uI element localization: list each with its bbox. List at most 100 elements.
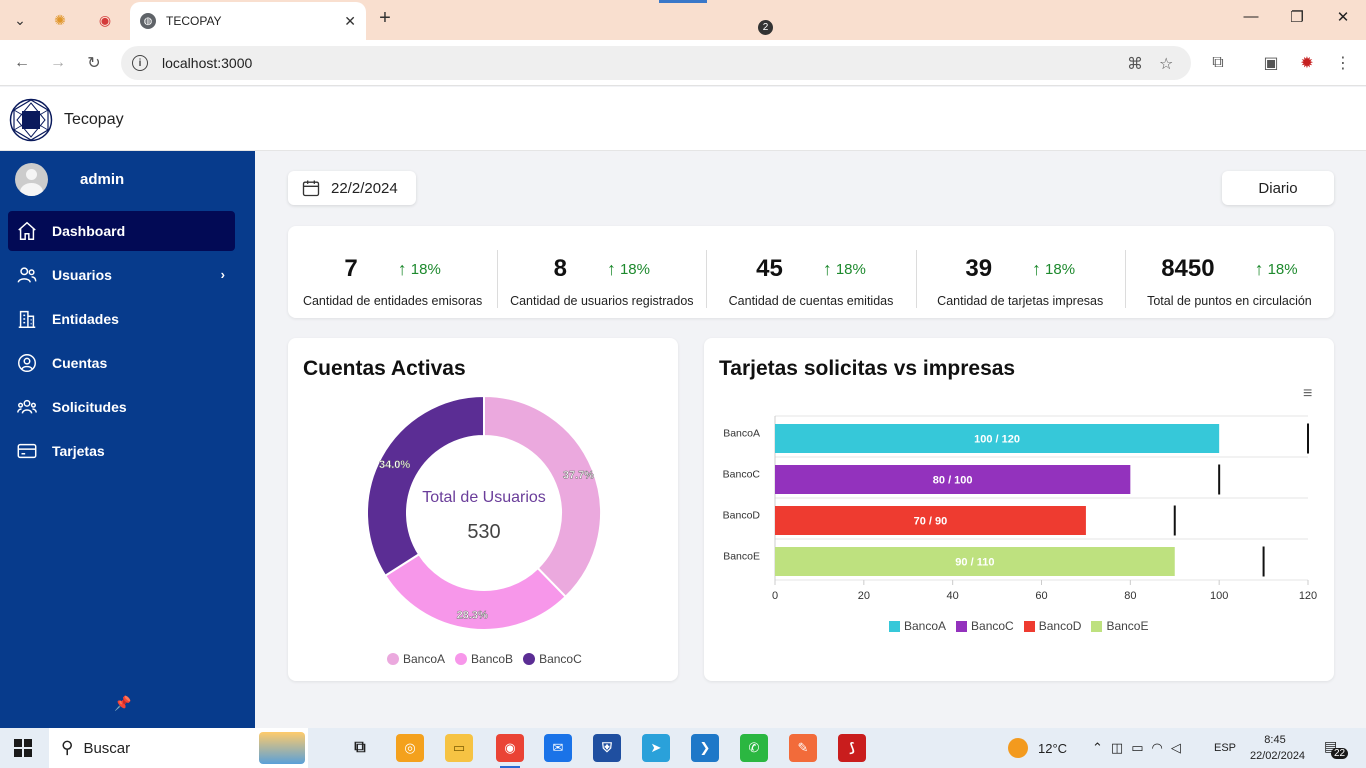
cuentas-activas-card: Cuentas Activas 37.7% 28.3% 34.0% Total de … <box>288 338 678 681</box>
search-icon: ⚲ <box>61 738 74 757</box>
category-tick-label: BancoA <box>723 428 760 440</box>
stat-label: Cantidad de cuentas emitidas <box>728 294 894 308</box>
postman-icon[interactable]: ✎ <box>789 734 817 762</box>
chrome-icon[interactable]: ◉ <box>496 734 524 768</box>
bar-data-label: 80 / 100 <box>933 475 973 487</box>
reload-button[interactable]: ↻ <box>81 50 107 76</box>
stat-trend: ↑ 18% <box>398 259 441 280</box>
arrow-right-icon: → <box>50 54 66 71</box>
site-info-icon[interactable]: i <box>132 55 148 71</box>
bar-data-label: 90 / 110 <box>955 557 994 569</box>
security-shield-icon[interactable]: ⛨ <box>593 734 621 762</box>
category-tick-label: BancoE <box>723 551 760 563</box>
sidebar-item-label: Entidades <box>52 311 119 327</box>
arrow-up-icon: ↑ <box>397 258 407 279</box>
side-panel-button[interactable]: ▣ <box>1258 50 1284 76</box>
period-button[interactable]: Diario <box>1222 171 1334 205</box>
extensions-button[interactable]: ⧉ <box>1205 50 1231 76</box>
date-picker[interactable]: 22/2/2024 <box>288 171 416 205</box>
stat-trend-value: 18% <box>619 260 650 278</box>
sidebar-item-usuarios[interactable]: Usuarios › <box>8 255 235 295</box>
chevron-down-icon: ⌄ <box>14 11 26 28</box>
forward-button[interactable]: → <box>45 50 71 76</box>
pinned-tab-1[interactable]: ✺ <box>47 7 73 33</box>
app-header: Tecopay <box>0 87 1366 151</box>
translate-icon[interactable]: ⌘ <box>1127 54 1143 74</box>
stat-puntos: 8450 ↑ 18% Total de puntos en circulación <box>1124 250 1334 318</box>
arrow-left-icon: ← <box>14 54 30 71</box>
legend-item[interactable]: BancoB <box>455 652 513 666</box>
sidebar-item-cuentas[interactable]: Cuentas <box>8 343 235 383</box>
sidebar-item-dashboard[interactable]: Dashboard <box>8 211 235 251</box>
x-tick-label: 60 <box>1035 590 1047 602</box>
back-button[interactable]: ← <box>9 50 35 76</box>
new-tab-button[interactable]: + <box>372 7 398 30</box>
donut-slice-BancoC[interactable] <box>366 394 485 578</box>
legend-item[interactable]: BancoC <box>956 619 1014 633</box>
vscode-icon[interactable]: ❯ <box>691 734 719 762</box>
arrow-up-icon: ↑ <box>1254 258 1264 279</box>
language-indicator[interactable]: ESP <box>1214 728 1236 768</box>
clock-time: 8:45 <box>1264 734 1286 746</box>
sidebar-item-label: Cuentas <box>52 355 108 371</box>
camera-icon: ◫ <box>1110 740 1132 755</box>
stat-label: Cantidad de usuarios registrados <box>510 294 694 308</box>
donut-center-label: Total de Usuarios <box>422 489 546 506</box>
tab-title: TECOPAY <box>166 14 222 28</box>
sidebar-item-tarjetas[interactable]: Tarjetas <box>8 431 235 471</box>
legend-item[interactable]: BancoC <box>523 652 582 666</box>
task-view-icon[interactable]: ⧉ <box>346 734 374 762</box>
taskbar: ⚲ Buscar ⧉ ◎ ▭ ◉ ✉ ⛨ ➤ ❯ ✆ 2 ✎ ⟆ 12°C ⌃ ◫… <box>0 20 1366 768</box>
avatar <box>15 163 48 196</box>
legend-label: BancoB <box>471 652 514 666</box>
telegram-icon[interactable]: ➤ <box>642 734 670 762</box>
stat-usuarios: 8 ↑ 18% Cantidad de usuarios registrados <box>497 250 706 318</box>
stat-trend: ↑ 18% <box>823 259 866 280</box>
system-tray-icons[interactable]: ⌃ ◫ ▭ ◠ ◁ <box>1092 728 1189 768</box>
file-explorer-icon[interactable]: ▭ <box>445 734 473 762</box>
stat-trend-value: 18% <box>410 260 441 278</box>
minimize-button[interactable]: — <box>1228 8 1274 25</box>
chart-menu-icon[interactable]: ≡ <box>1303 386 1319 402</box>
side-panel-icon: ▣ <box>1263 55 1279 72</box>
user-circle-icon <box>16 352 38 374</box>
sidebar-item-solicitudes[interactable]: Solicitudes <box>8 387 235 427</box>
puzzle-icon: ⧉ <box>1212 54 1224 71</box>
user-profile[interactable]: admin <box>15 163 124 196</box>
legend-item[interactable]: BancoE <box>1091 619 1148 633</box>
close-tab-icon[interactable]: ✕ <box>344 13 356 30</box>
kebab-menu-icon: ⋮ <box>1335 55 1351 72</box>
windows-start-icon[interactable] <box>14 739 32 757</box>
restore-button[interactable]: ❐ <box>1274 8 1320 26</box>
chevron-up-icon: ⌃ <box>1092 740 1111 755</box>
category-tick-label: BancoD <box>723 510 761 522</box>
building-icon <box>16 308 38 330</box>
clock[interactable]: 8:45 22/02/2024 <box>1250 732 1305 764</box>
pin-icon[interactable]: 📌 <box>114 695 131 712</box>
notifications-badge: 22 <box>1331 748 1349 759</box>
tab-search-button[interactable]: ⌄ <box>7 7 33 33</box>
wifi-icon: ◠ <box>1151 740 1171 755</box>
pdf-reader-icon[interactable]: ⟆ <box>838 734 866 762</box>
close-window-button[interactable]: ✕ <box>1320 8 1366 26</box>
taskbar-search[interactable]: ⚲ Buscar <box>49 728 308 768</box>
mail-icon[interactable]: ✉ <box>544 734 572 762</box>
app-icon[interactable]: ◎ <box>396 734 424 762</box>
legend-item[interactable]: BancoA <box>387 652 445 666</box>
x-tick-label: 100 <box>1210 590 1228 602</box>
weather-widget[interactable]: 12°C <box>1008 728 1067 768</box>
date-value: 22/2/2024 <box>331 179 398 197</box>
legend-item[interactable]: BancoA <box>889 619 946 633</box>
legend-label: BancoC <box>971 619 1014 633</box>
legend-item[interactable]: BancoD <box>1023 619 1081 633</box>
whatsapp-icon[interactable]: ✆ <box>740 734 768 762</box>
profile-button[interactable]: ✹ <box>1294 50 1320 76</box>
active-tab[interactable]: ◍ TECOPAY ✕ <box>130 2 366 40</box>
address-bar[interactable]: i localhost:3000 ⌘ ☆ <box>121 46 1191 80</box>
pinned-tab-2[interactable]: ◉ <box>92 7 118 33</box>
search-placeholder: Buscar <box>83 739 131 757</box>
sidebar-item-entidades[interactable]: Entidades <box>8 299 235 339</box>
stat-label: Cantidad de entidades emisoras <box>302 294 483 308</box>
browser-menu-button[interactable]: ⋮ <box>1330 50 1356 76</box>
bookmark-star-icon[interactable]: ☆ <box>1159 54 1173 74</box>
